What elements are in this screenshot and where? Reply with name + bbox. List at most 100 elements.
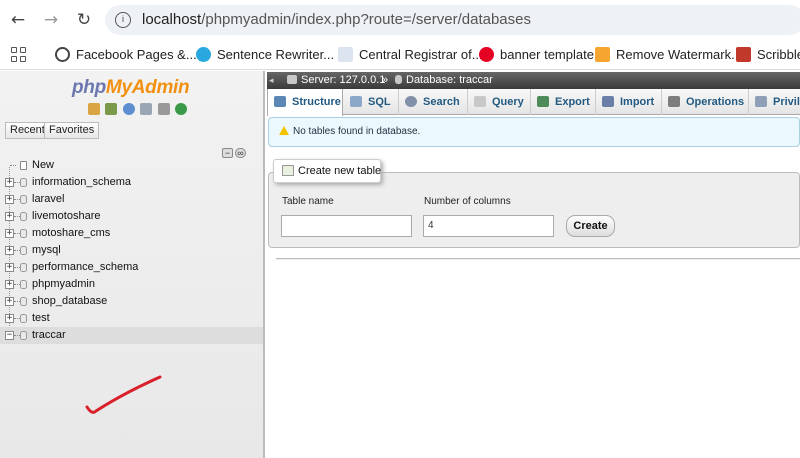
number-of-columns-label: Number of columns bbox=[424, 196, 511, 207]
navigation-panel: phpMyAdmin Recent Favorites − ∞ New + inf… bbox=[0, 71, 265, 458]
tab-operations[interactable]: Operations bbox=[662, 89, 749, 115]
tree-item-livemotoshare[interactable]: + livemotoshare bbox=[0, 208, 263, 225]
help-icon[interactable] bbox=[122, 103, 135, 115]
tree-item-label: shop_database bbox=[32, 295, 108, 307]
url-text: localhost/phpmyadmin/index.php?route=/se… bbox=[142, 11, 531, 28]
site-info-icon[interactable]: i bbox=[115, 12, 131, 28]
bookmark-facebook-pages[interactable]: Facebook Pages &... bbox=[55, 46, 197, 64]
tree-item-performance_schema[interactable]: + performance_schema bbox=[0, 259, 263, 276]
tree-item-mysql[interactable]: + mysql bbox=[0, 242, 263, 259]
collapse-icon[interactable]: − bbox=[5, 331, 14, 340]
number-of-columns-input[interactable]: 4 bbox=[423, 215, 554, 237]
database-icon bbox=[20, 246, 27, 255]
wrench-icon bbox=[668, 96, 680, 107]
expand-icon[interactable]: + bbox=[5, 246, 14, 255]
back-arrow-icon[interactable]: ← bbox=[8, 10, 28, 30]
bookmark-favicon-icon bbox=[595, 47, 610, 62]
expand-icon[interactable]: + bbox=[5, 195, 14, 204]
bookmark-favicon-icon bbox=[338, 47, 353, 62]
tree-item-phpmyadmin[interactable]: + phpmyadmin bbox=[0, 276, 263, 293]
database-icon bbox=[395, 75, 402, 84]
docs-icon[interactable] bbox=[140, 103, 153, 115]
tab-privileges[interactable]: Privile bbox=[749, 89, 800, 115]
tree-item-label: laravel bbox=[32, 193, 65, 205]
breadcrumb-server[interactable]: Server: 127.0.0.1 bbox=[287, 72, 385, 89]
tree-item-information_schema[interactable]: + information_schema bbox=[0, 174, 263, 191]
tree-item-new[interactable]: New bbox=[0, 157, 263, 174]
home-icon[interactable] bbox=[88, 103, 100, 115]
bookmark-central-registrar[interactable]: Central Registrar of... bbox=[338, 46, 483, 64]
forward-arrow-icon[interactable]: → bbox=[41, 10, 61, 30]
expand-icon[interactable]: + bbox=[5, 314, 14, 323]
table-name-label: Table name bbox=[282, 196, 334, 207]
tab-export[interactable]: Export bbox=[531, 89, 596, 115]
expand-icon[interactable]: + bbox=[5, 297, 14, 306]
favorites-tab[interactable]: Favorites bbox=[44, 122, 100, 139]
tree-item-label: phpmyadmin bbox=[32, 278, 95, 290]
tree-item-motoshare_cms[interactable]: + motoshare_cms bbox=[0, 225, 263, 242]
export-icon bbox=[537, 96, 549, 107]
browser-toolbar: ← → ↻ i localhost/phpmyadmin/index.php?r… bbox=[0, 0, 800, 40]
database-icon bbox=[20, 195, 27, 204]
database-icon bbox=[20, 263, 27, 272]
database-tree: New + information_schema + laravel + liv… bbox=[0, 157, 263, 344]
create-table-legend: Create new table bbox=[273, 159, 381, 183]
address-bar[interactable]: i localhost/phpmyadmin/index.php?route=/… bbox=[105, 5, 800, 35]
expand-icon[interactable]: + bbox=[5, 229, 14, 238]
expand-icon[interactable]: + bbox=[5, 280, 14, 289]
create-button[interactable]: Create bbox=[566, 215, 615, 237]
divider bbox=[276, 258, 800, 259]
bookmark-favicon-icon bbox=[55, 47, 70, 62]
reload-icon[interactable]: ↻ bbox=[74, 10, 94, 30]
logout-icon[interactable] bbox=[105, 103, 118, 115]
tab-search[interactable]: Search bbox=[399, 89, 468, 115]
tab-query[interactable]: Query bbox=[468, 89, 531, 115]
sql-icon bbox=[350, 96, 362, 107]
database-icon bbox=[20, 280, 27, 289]
tree-item-label: motoshare_cms bbox=[32, 227, 111, 239]
tree-controls: − ∞ bbox=[222, 143, 248, 158]
breadcrumb-separator: » bbox=[382, 74, 389, 86]
database-icon bbox=[20, 331, 27, 340]
bookmark-sentence-rewriter[interactable]: Sentence Rewriter... bbox=[196, 46, 334, 64]
tree-item-label: performance_schema bbox=[32, 261, 139, 273]
database-icon bbox=[20, 314, 27, 323]
new-database-icon bbox=[20, 161, 27, 170]
database-icon bbox=[20, 297, 27, 306]
expand-icon[interactable]: + bbox=[5, 212, 14, 221]
new-table-icon bbox=[282, 165, 294, 176]
bookmark-remove-watermark[interactable]: Remove Watermark... bbox=[595, 46, 742, 64]
bookmark-scribble[interactable]: Scribble E bbox=[736, 46, 800, 64]
database-icon bbox=[20, 212, 27, 221]
collapse-panel-icon[interactable]: ◂ bbox=[269, 75, 279, 85]
phpmyadmin-logo[interactable]: phpMyAdmin bbox=[72, 77, 190, 99]
apps-grid-icon[interactable] bbox=[11, 47, 27, 63]
database-icon bbox=[20, 229, 27, 238]
tab-sql[interactable]: SQL bbox=[344, 89, 399, 115]
tree-item-laravel[interactable]: + laravel bbox=[0, 191, 263, 208]
pinterest-icon bbox=[479, 47, 494, 62]
tab-import[interactable]: Import bbox=[596, 89, 662, 115]
expand-icon[interactable]: + bbox=[5, 178, 14, 187]
gear-icon[interactable] bbox=[157, 103, 170, 115]
expand-icon[interactable]: + bbox=[5, 263, 14, 272]
tree-item-traccar[interactable]: − traccar bbox=[0, 327, 263, 344]
server-icon bbox=[287, 75, 297, 84]
search-icon bbox=[405, 96, 417, 107]
tab-structure[interactable]: Structure bbox=[267, 89, 343, 116]
tree-item-test[interactable]: + test bbox=[0, 310, 263, 327]
tree-item-label: traccar bbox=[32, 329, 66, 341]
database-icon bbox=[20, 178, 27, 187]
bookmark-favicon-icon bbox=[196, 47, 211, 62]
breadcrumb: ◂ Server: 127.0.0.1 » Database: traccar bbox=[267, 72, 800, 89]
bookmark-banner-template[interactable]: banner template bbox=[479, 46, 594, 64]
tree-item-label: mysql bbox=[32, 244, 61, 256]
tree-item-shop_database[interactable]: + shop_database bbox=[0, 293, 263, 310]
table-name-input[interactable] bbox=[281, 215, 412, 237]
reload-icon[interactable] bbox=[175, 103, 188, 115]
main-tabs: Structure SQL Search Query Export Import… bbox=[267, 89, 800, 116]
notice-message: No tables found in database. bbox=[268, 117, 800, 147]
breadcrumb-database[interactable]: Database: traccar bbox=[395, 72, 493, 89]
tree-item-label: information_schema bbox=[32, 176, 132, 188]
tree-item-label: livemotoshare bbox=[32, 210, 101, 222]
